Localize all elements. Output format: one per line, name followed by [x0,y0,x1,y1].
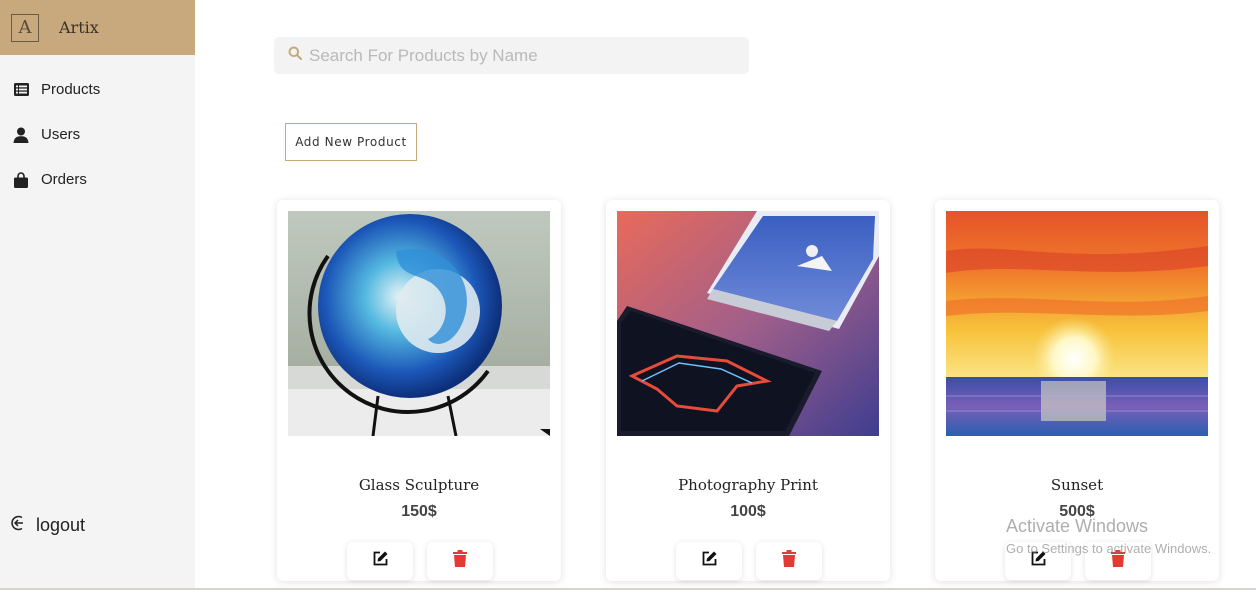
user-icon [12,126,30,144]
delete-button[interactable] [427,542,493,580]
edit-button[interactable] [347,542,413,580]
trash-icon [453,550,467,572]
sidebar-item-label: Products [41,81,101,98]
product-price: 100$ [730,503,766,520]
search-input[interactable] [309,45,729,66]
sidebar-nav: Products Users Orders [0,55,195,202]
brand-header[interactable]: A Artix [0,0,195,55]
card-actions [676,542,822,580]
product-card: Glass Sculpture 150$ [277,200,561,581]
edit-icon [1030,550,1047,572]
brand-name: Artix [59,18,99,37]
logout-label: logout [36,515,86,535]
product-card: Sunset 500$ [935,200,1219,581]
sidebar-item-users[interactable]: Users [0,112,195,157]
delete-button[interactable] [756,542,822,580]
logout-icon [11,514,29,537]
sidebar: A Artix Products Users Orders logout [0,0,195,590]
product-name: Glass Sculpture [358,476,480,494]
product-image[interactable] [617,211,879,436]
shopping-bag-icon [12,171,30,189]
delete-button[interactable] [1085,542,1151,580]
sidebar-item-orders[interactable]: Orders [0,157,195,202]
list-icon [12,81,30,99]
trash-icon [1111,550,1125,572]
product-name: Sunset [1050,476,1104,494]
trash-icon [782,550,796,572]
product-image[interactable] [946,211,1208,436]
product-price: 500$ [1059,503,1095,520]
edit-button[interactable] [676,542,742,580]
card-actions [347,542,493,580]
edit-icon [701,550,718,572]
add-new-product-button[interactable]: Add New Product [285,123,417,161]
sidebar-item-products[interactable]: Products [0,67,195,112]
product-image[interactable] [288,211,550,436]
search-bar [274,37,749,74]
edit-icon [372,550,389,572]
search-icon [288,46,303,65]
card-actions [1005,542,1151,580]
admin-app: A Artix Products Users Orders logout Sea… [0,0,1256,590]
sidebar-item-label: Orders [41,171,87,188]
product-price: 150$ [401,503,437,520]
product-card: Photography Print 100$ [606,200,890,581]
brand-logo: A [11,13,39,42]
sidebar-item-label: Users [41,126,81,143]
logout-button[interactable]: logout [11,514,85,537]
product-name: Photography Print [678,476,818,494]
edit-button[interactable] [1005,542,1071,580]
